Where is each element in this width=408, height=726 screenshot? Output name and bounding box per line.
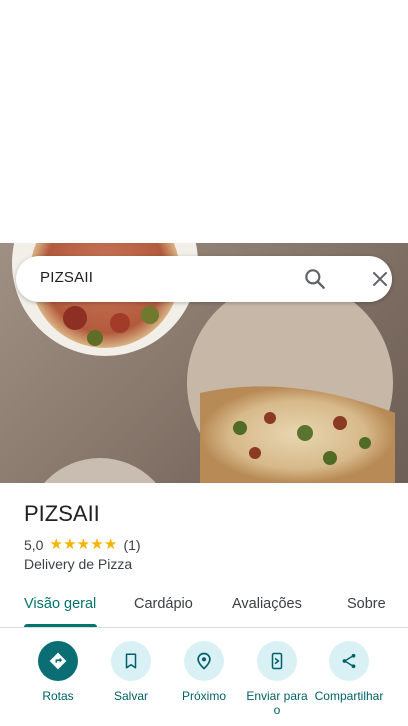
- save-label: Salvar: [113, 689, 148, 703]
- tab-about[interactable]: Sobre: [347, 596, 386, 612]
- close-icon[interactable]: [368, 267, 392, 291]
- active-tab-indicator: [24, 624, 97, 627]
- tab-overview[interactable]: Visão geral: [24, 596, 96, 612]
- nearby-label: Próximo: [181, 689, 226, 703]
- directions-button-circle[interactable]: [38, 641, 78, 681]
- send-to-phone-button[interactable]: Enviar para o: [237, 641, 317, 717]
- star-icon: ★: [90, 536, 104, 553]
- star-icon: ★: [49, 536, 63, 553]
- send-to-phone-icon: [271, 652, 283, 670]
- star-icon: ★: [76, 536, 91, 553]
- send-to-phone-button-circle[interactable]: [257, 641, 297, 681]
- star-icon: ★: [103, 536, 118, 553]
- save-button[interactable]: Salvar: [91, 641, 171, 703]
- directions-label: Rotas: [42, 689, 74, 703]
- search-bar[interactable]: PIZSAII: [16, 256, 392, 302]
- rating-value: 5,0: [24, 537, 44, 553]
- search-input[interactable]: PIZSAII: [40, 269, 93, 286]
- share-icon: [342, 653, 356, 669]
- send-to-phone-label: Enviar para o: [246, 689, 308, 717]
- directions-button[interactable]: Rotas: [18, 641, 98, 703]
- directions-icon: [49, 652, 67, 670]
- nearby-button-circle[interactable]: [184, 641, 224, 681]
- share-button[interactable]: Compartilhar: [309, 641, 389, 703]
- tab-reviews[interactable]: Avaliações: [232, 596, 302, 612]
- star-rating: ★ ★ ★ ★ ★: [49, 537, 117, 553]
- share-button-circle[interactable]: [329, 641, 369, 681]
- star-icon: ★: [63, 536, 77, 553]
- share-label: Compartilhar: [314, 689, 384, 703]
- review-count[interactable]: (1): [123, 537, 140, 553]
- tab-bar: Visão geral Cardápio Avaliações Sobre: [0, 590, 408, 628]
- search-icon[interactable]: [302, 266, 328, 292]
- map-blank-area: [0, 0, 408, 243]
- save-button-circle[interactable]: [111, 641, 151, 681]
- place-title: PIZSAII: [24, 501, 100, 526]
- place-category: Delivery de Pizza: [24, 556, 133, 572]
- rating-row[interactable]: 5,0 ★ ★ ★ ★ ★ (1): [24, 536, 141, 554]
- nearby-button[interactable]: Próximo: [164, 641, 244, 703]
- nearby-icon: [197, 652, 211, 670]
- bookmark-icon: [125, 653, 137, 669]
- action-buttons: Rotas Salvar Próximo Enviar para o Compa…: [0, 641, 408, 726]
- tab-menu[interactable]: Cardápio: [134, 596, 193, 612]
